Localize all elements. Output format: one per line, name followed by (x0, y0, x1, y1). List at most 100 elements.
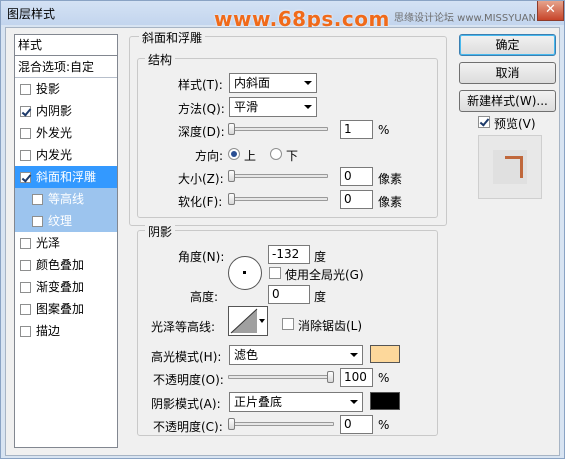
style-item-checkbox[interactable] (20, 106, 31, 117)
style-item-label: 外发光 (36, 126, 73, 140)
angle-dial[interactable] (228, 256, 262, 290)
contour-preview-icon (230, 308, 258, 334)
style-item-label: 纹理 (48, 214, 73, 228)
highlight-mode-select[interactable]: 滤色 (229, 345, 363, 365)
angle-dial-center (243, 271, 246, 274)
depth-label: 深度(D): (178, 125, 225, 139)
style-item-checkbox[interactable] (20, 326, 31, 337)
style-item-checkbox[interactable] (32, 216, 43, 227)
gloss-contour-label: 光泽等高线: (151, 320, 216, 334)
style-item[interactable]: 斜面和浮雕 (15, 166, 117, 188)
highlight-opacity-slider[interactable] (228, 375, 334, 379)
style-item-checkbox[interactable] (20, 238, 31, 249)
technique-select[interactable]: 平滑 (229, 97, 317, 117)
highlight-color-swatch[interactable] (370, 345, 400, 363)
shadow-opacity-unit: % (378, 418, 390, 432)
size-input[interactable]: 0 (340, 167, 373, 186)
close-button[interactable]: ✕ (537, 1, 564, 21)
title-bar[interactable]: 图层样式 www.68ps.com 思缘设计论坛 www.MISSYUAN.co… (1, 1, 564, 31)
shadow-color-swatch[interactable] (370, 392, 400, 410)
shadow-mode-value: 正片叠底 (234, 395, 283, 409)
soften-label: 软化(F): (178, 195, 223, 209)
depth-slider-thumb[interactable] (228, 123, 235, 135)
chevron-down-icon (304, 105, 312, 109)
soften-slider[interactable] (228, 197, 328, 201)
style-item[interactable]: 等高线 (15, 188, 117, 210)
highlight-opacity-thumb[interactable] (327, 371, 334, 383)
style-item-checkbox[interactable] (20, 260, 31, 271)
angle-label: 角度(N): (178, 250, 225, 264)
global-light-checkbox[interactable] (269, 267, 281, 279)
chevron-down-icon (304, 81, 312, 85)
style-item[interactable]: 颜色叠加 (15, 254, 117, 276)
technique-select-value: 平滑 (234, 100, 259, 114)
direction-down-label: 下 (286, 149, 299, 163)
style-item[interactable]: 光泽 (15, 232, 117, 254)
shadow-mode-select[interactable]: 正片叠底 (229, 392, 363, 412)
size-slider[interactable] (228, 174, 328, 178)
shadow-opacity-slider[interactable] (228, 422, 334, 426)
style-item[interactable]: 内阴影 (15, 100, 117, 122)
anti-aliased-label: 消除锯齿(L) (298, 319, 363, 333)
chevron-down-icon (350, 353, 358, 357)
style-item-label: 内发光 (36, 148, 73, 162)
shadow-opacity-input[interactable]: 0 (340, 415, 373, 434)
direction-down-radio[interactable] (270, 148, 282, 160)
gloss-contour-picker[interactable] (228, 306, 268, 336)
direction-up-radio[interactable] (228, 148, 240, 160)
style-item[interactable]: 内发光 (15, 144, 117, 166)
angle-input[interactable]: -132 (268, 245, 310, 264)
style-preview-thumbnail (478, 135, 542, 199)
depth-slider[interactable] (228, 127, 328, 131)
style-select[interactable]: 内斜面 (229, 73, 317, 93)
watermark-right: 思缘设计论坛 www.MISSYUAN.com (394, 13, 561, 24)
ok-button[interactable]: 确定 (459, 34, 556, 56)
styles-list-header[interactable]: 样式 (15, 35, 117, 56)
style-item-checkbox[interactable] (20, 128, 31, 139)
style-item[interactable]: 纹理 (15, 210, 117, 232)
style-item[interactable]: 描边 (15, 320, 117, 342)
style-item-checkbox[interactable] (20, 172, 31, 183)
style-item-checkbox[interactable] (20, 150, 31, 161)
style-item-label: 内阴影 (36, 104, 73, 118)
altitude-input[interactable]: 0 (268, 285, 310, 304)
soften-slider-thumb[interactable] (228, 193, 235, 205)
blending-options-item[interactable]: 混合选项:自定 (15, 56, 117, 78)
preview-label: 预览(V) (494, 117, 536, 131)
style-item-label: 投影 (36, 82, 61, 96)
style-item-label: 光泽 (36, 236, 61, 250)
style-item-label: 颜色叠加 (36, 258, 85, 272)
soften-unit: 像素 (378, 195, 403, 209)
style-item-label: 图案叠加 (36, 302, 85, 316)
angle-unit: 度 (314, 250, 327, 264)
style-item[interactable]: 渐变叠加 (15, 276, 117, 298)
style-item-checkbox[interactable] (20, 282, 31, 293)
highlight-opacity-label: 不透明度(O): (153, 373, 224, 387)
anti-aliased-checkbox[interactable] (282, 318, 294, 330)
style-item-checkbox[interactable] (32, 194, 43, 205)
style-item-label: 等高线 (48, 192, 85, 206)
shadow-opacity-thumb[interactable] (228, 418, 235, 430)
close-icon: ✕ (545, 2, 556, 17)
style-item-checkbox[interactable] (20, 84, 31, 95)
size-slider-thumb[interactable] (228, 170, 235, 182)
style-item[interactable]: 图案叠加 (15, 298, 117, 320)
style-item[interactable]: 外发光 (15, 122, 117, 144)
preview-checkbox[interactable] (478, 116, 490, 128)
style-item-checkbox[interactable] (20, 304, 31, 315)
soften-input[interactable]: 0 (340, 190, 373, 209)
size-unit: 像素 (378, 172, 403, 186)
bevel-emboss-title: 斜面和浮雕 (139, 29, 206, 46)
depth-input[interactable]: 1 (340, 120, 373, 139)
dialog-body: 样式 混合选项:自定 投影 内阴影 外发光 内发光 斜面和浮雕 等高线 纹理 光泽 颜色叠加 渐变… (5, 27, 560, 456)
altitude-unit: 度 (314, 290, 327, 304)
shading-title: 阴影 (145, 223, 176, 240)
new-style-button[interactable]: 新建样式(W)... (459, 90, 556, 112)
styles-list: 样式 混合选项:自定 投影内阴影外发光内发光斜面和浮雕等高线纹理光泽颜色叠加渐变… (14, 34, 118, 448)
highlight-opacity-input[interactable]: 100 (340, 368, 373, 387)
chevron-down-icon (259, 319, 265, 323)
highlight-mode-value: 滤色 (234, 348, 259, 362)
cancel-button[interactable]: 取消 (459, 62, 556, 84)
altitude-label: 高度: (190, 290, 219, 304)
style-item[interactable]: 投影 (15, 78, 117, 100)
